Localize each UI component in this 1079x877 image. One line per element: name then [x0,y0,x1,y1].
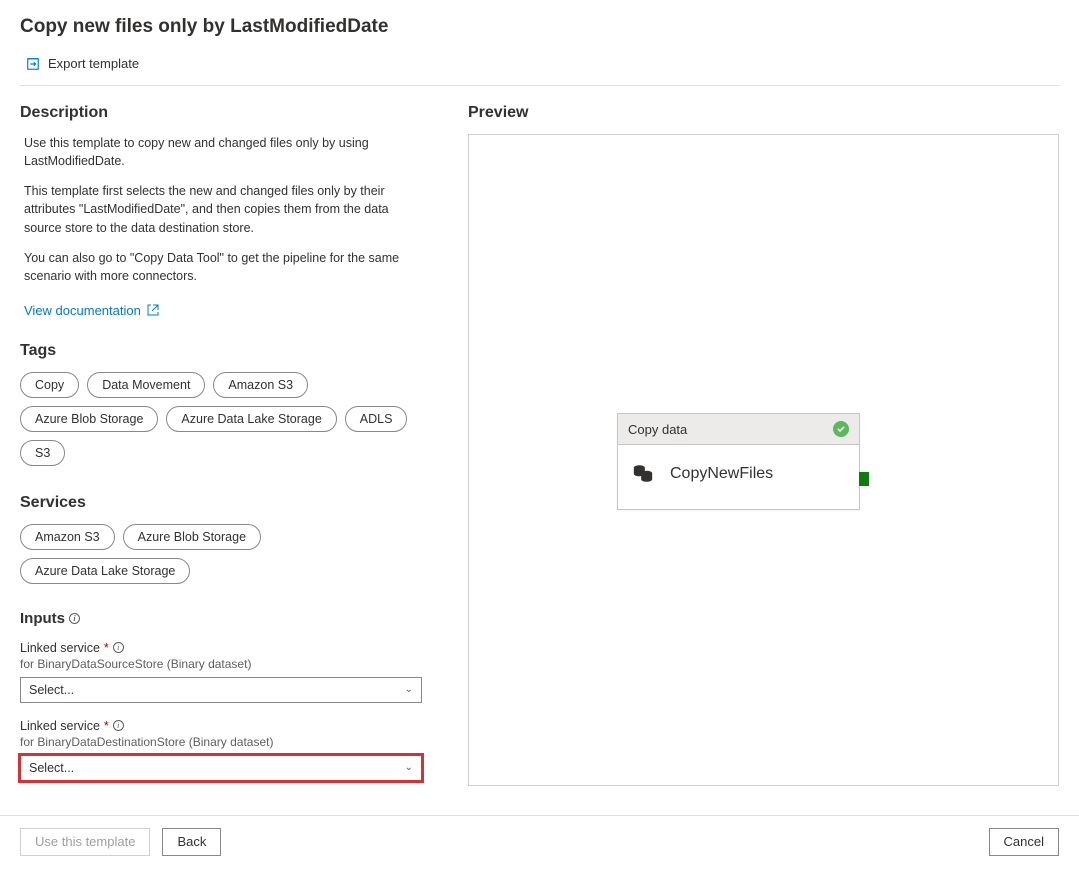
description-text-2: This template first selects the new and … [24,182,428,236]
inputs-heading-row: Inputs [20,610,432,627]
export-template-label: Export template [48,56,139,71]
description-text-3: You can also go to "Copy Data Tool" to g… [24,249,428,285]
activity-header: Copy data [618,414,859,445]
tag-pill[interactable]: Azure Data Lake Storage [166,406,336,432]
tag-pill[interactable]: Amazon S3 [213,372,308,398]
required-asterisk: * [104,719,109,733]
inputs-heading: Inputs [20,610,65,627]
linked-service-select[interactable]: Select... ⌄ [20,755,422,781]
back-button[interactable]: Back [162,828,221,856]
input-label-row: Linked service * [20,719,432,733]
preview-heading: Preview [468,104,1059,122]
tag-pill[interactable]: ADLS [345,406,408,432]
success-badge-icon [833,421,849,437]
chevron-down-icon: ⌄ [405,684,413,695]
view-documentation-link[interactable]: View documentation [24,303,159,318]
select-placeholder: Select... [29,683,74,697]
preview-canvas[interactable]: Copy data CopyNewFiles [468,134,1059,786]
use-this-template-button: Use this template [20,828,150,856]
database-copy-icon [632,463,654,485]
tag-pill[interactable]: Azure Blob Storage [20,406,158,432]
activity-name: CopyNewFiles [670,465,773,483]
view-documentation-label: View documentation [24,303,141,318]
service-pill[interactable]: Azure Blob Storage [123,524,261,550]
required-asterisk: * [104,641,109,655]
input-hint: for BinaryDataDestinationStore (Binary d… [20,735,432,749]
tag-pill[interactable]: S3 [20,440,65,466]
select-placeholder: Select... [29,761,74,775]
input-hint: for BinaryDataSourceStore (Binary datase… [20,657,432,671]
info-icon[interactable] [113,642,124,653]
service-pill[interactable]: Amazon S3 [20,524,115,550]
input-label-row: Linked service * [20,641,432,655]
description-text-1: Use this template to copy new and change… [24,134,428,170]
services-row: Amazon S3 Azure Blob Storage Azure Data La… [20,524,432,584]
description-heading: Description [20,104,432,122]
divider [20,85,1059,86]
service-pill[interactable]: Azure Data Lake Storage [20,558,190,584]
footer: Use this template Back Cancel [0,815,1079,872]
tag-pill[interactable]: Copy [20,372,79,398]
services-heading: Services [20,494,432,512]
export-icon [26,57,40,71]
input-label: Linked service [20,719,100,733]
page-title: Copy new files only by LastModifiedDate [20,16,1059,38]
tags-row: Copy Data Movement Amazon S3 Azure Blob Sto… [20,372,432,466]
info-icon[interactable] [113,720,124,731]
export-template-link[interactable]: Export template [26,56,139,71]
activity-card[interactable]: Copy data CopyNewFiles [617,413,860,510]
external-link-icon [147,304,159,316]
linked-service-select[interactable]: Select... ⌄ [20,677,422,703]
tags-heading: Tags [20,342,432,360]
cancel-button[interactable]: Cancel [989,828,1059,856]
activity-output-handle[interactable] [859,472,869,486]
chevron-down-icon: ⌄ [405,762,413,773]
activity-body: CopyNewFiles [618,445,859,509]
input-label: Linked service [20,641,100,655]
tag-pill[interactable]: Data Movement [87,372,205,398]
activity-header-label: Copy data [628,422,687,437]
info-icon[interactable] [69,613,80,624]
